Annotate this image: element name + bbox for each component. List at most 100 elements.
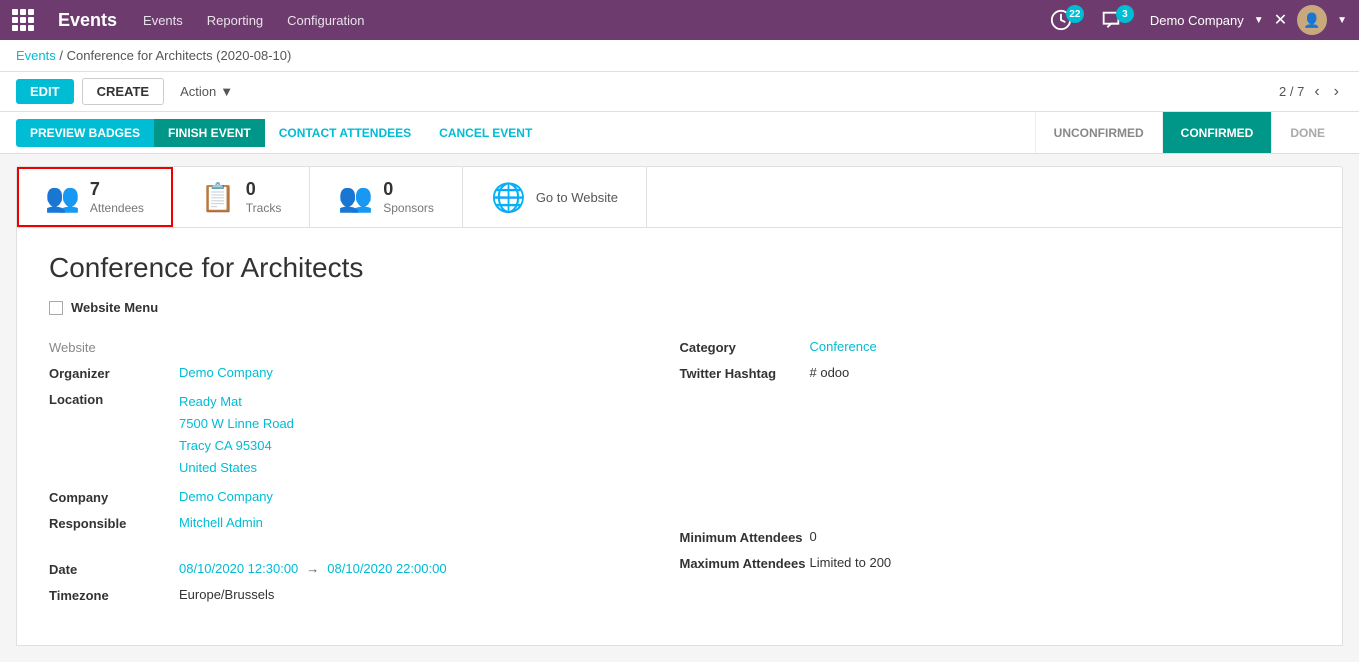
- website-menu-row: Website Menu: [49, 300, 1310, 315]
- record-position: 2 / 7: [1279, 84, 1304, 99]
- min-attendees-row: Minimum Attendees 0: [680, 529, 1311, 545]
- twitter-value: # odoo: [810, 365, 850, 380]
- edit-button[interactable]: EDIT: [16, 79, 74, 104]
- timezone-row: Timezone Europe/Brussels: [49, 587, 680, 603]
- date-arrow: →: [306, 561, 319, 576]
- twitter-row: Twitter Hashtag # odoo: [680, 365, 1311, 381]
- location-value[interactable]: Ready Mat7500 W Linne RoadTracy CA 95304…: [179, 391, 294, 479]
- min-attendees-value: 0: [810, 529, 817, 544]
- button-bar: PREVIEW BADGES FINISH EVENT CONTACT ATTE…: [0, 112, 1359, 154]
- navbar: Events Events Reporting Configuration 22…: [0, 0, 1359, 40]
- prev-record-button[interactable]: ‹: [1310, 81, 1323, 103]
- globe-icon: 🌐: [491, 181, 526, 214]
- twitter-label: Twitter Hashtag: [680, 365, 810, 381]
- smart-buttons: 👥 7 Attendees 📋 0 Tracks 👥 0 Sponsors 🌐: [16, 166, 1343, 228]
- date-value: 08/10/2020 12:30:00 → 08/10/2020 22:00:0…: [179, 561, 447, 576]
- clock-icon-wrap[interactable]: 22: [1050, 9, 1090, 31]
- status-unconfirmed[interactable]: UNCONFIRMED: [1035, 112, 1162, 153]
- responsible-value[interactable]: Mitchell Admin: [179, 515, 263, 530]
- max-attendees-label: Maximum Attendees: [680, 555, 810, 571]
- sponsors-label: Sponsors: [383, 201, 434, 215]
- date-label: Date: [49, 561, 179, 577]
- website-menu-label: Website Menu: [71, 300, 158, 315]
- website-row: Website: [49, 339, 680, 355]
- main-content: 👥 7 Attendees 📋 0 Tracks 👥 0 Sponsors 🌐: [0, 166, 1359, 646]
- navbar-right: 22 3 Demo Company ▼ ✕ 👤 ▼: [1050, 5, 1347, 35]
- action-bar: EDIT CREATE Action ▼ 2 / 7 ‹ ›: [0, 72, 1359, 112]
- next-record-button[interactable]: ›: [1330, 81, 1343, 103]
- tracks-label: Tracks: [246, 201, 282, 215]
- max-attendees-value: Limited to 200: [810, 555, 892, 570]
- breadcrumb-parent-link[interactable]: Events: [16, 48, 56, 63]
- location-row: Location Ready Mat7500 W Linne RoadTracy…: [49, 391, 680, 479]
- sponsors-icon: 👥: [338, 181, 373, 214]
- chat-icon-wrap[interactable]: 3: [1100, 9, 1140, 31]
- action-dropdown-arrow: ▼: [220, 84, 233, 99]
- app-brand: Events: [58, 10, 117, 31]
- company-label: Company: [49, 489, 179, 505]
- tracks-icon: 📋: [201, 181, 236, 214]
- timezone-label: Timezone: [49, 587, 179, 603]
- breadcrumb-separator: /: [59, 48, 66, 63]
- close-icon[interactable]: ✕: [1274, 10, 1287, 30]
- action-label: Action: [180, 84, 216, 99]
- status-bar: UNCONFIRMED CONFIRMED DONE: [1035, 112, 1343, 153]
- form-grid: Website Organizer Demo Company Location …: [49, 339, 1310, 613]
- status-confirmed[interactable]: CONFIRMED: [1162, 112, 1272, 153]
- company-dropdown-icon[interactable]: ▼: [1254, 15, 1264, 26]
- attendees-icon: 👥: [45, 181, 80, 214]
- avatar-dropdown-icon[interactable]: ▼: [1337, 15, 1347, 26]
- app-grid-icon[interactable]: [12, 9, 34, 31]
- clock-badge: 22: [1066, 5, 1084, 23]
- sponsors-button[interactable]: 👥 0 Sponsors: [310, 167, 463, 227]
- contact-attendees-button[interactable]: CONTACT ATTENDEES: [265, 119, 425, 147]
- status-done[interactable]: DONE: [1271, 112, 1343, 153]
- form-right-col: Category Conference Twitter Hashtag # od…: [680, 339, 1311, 613]
- tracks-count: 0: [246, 179, 282, 200]
- date-end[interactable]: 08/10/2020 22:00:00: [327, 561, 446, 576]
- event-title: Conference for Architects: [49, 252, 1310, 284]
- attendees-label: Attendees: [90, 201, 144, 215]
- organizer-row: Organizer Demo Company: [49, 365, 680, 381]
- finish-event-button[interactable]: FINISH EVENT: [154, 119, 265, 147]
- sponsors-count: 0: [383, 179, 434, 200]
- create-button[interactable]: CREATE: [82, 78, 164, 105]
- max-attendees-row: Maximum Attendees Limited to 200: [680, 555, 1311, 571]
- organizer-label: Organizer: [49, 365, 179, 381]
- attendees-count: 7: [90, 179, 144, 200]
- company-value[interactable]: Demo Company: [179, 489, 273, 504]
- responsible-row: Responsible Mitchell Admin: [49, 515, 680, 531]
- min-attendees-label: Minimum Attendees: [680, 529, 810, 545]
- website-button[interactable]: 🌐 Go to Website: [463, 167, 647, 227]
- company-name[interactable]: Demo Company: [1150, 13, 1244, 28]
- preview-badges-button[interactable]: PREVIEW BADGES: [16, 119, 154, 147]
- date-start[interactable]: 08/10/2020 12:30:00: [179, 561, 298, 576]
- category-row: Category Conference: [680, 339, 1311, 355]
- form-left-col: Website Organizer Demo Company Location …: [49, 339, 680, 613]
- website-label-field: Website: [49, 339, 179, 355]
- form-area: Conference for Architects Website Menu W…: [16, 228, 1343, 646]
- breadcrumb: Events / Conference for Architects (2020…: [0, 40, 1359, 72]
- avatar[interactable]: 👤: [1297, 5, 1327, 35]
- nav-events[interactable]: Events: [133, 7, 193, 34]
- responsible-label: Responsible: [49, 515, 179, 531]
- website-label: Go to Website: [536, 190, 618, 205]
- organizer-value[interactable]: Demo Company: [179, 365, 273, 380]
- action-dropdown[interactable]: Action ▼: [180, 84, 233, 99]
- category-label: Category: [680, 339, 810, 355]
- timezone-value: Europe/Brussels: [179, 587, 274, 602]
- attendees-button[interactable]: 👥 7 Attendees: [17, 167, 173, 227]
- date-row: Date 08/10/2020 12:30:00 → 08/10/2020 22…: [49, 561, 680, 577]
- chat-badge: 3: [1116, 5, 1134, 23]
- nav-reporting[interactable]: Reporting: [197, 7, 273, 34]
- category-value[interactable]: Conference: [810, 339, 877, 354]
- nav-configuration[interactable]: Configuration: [277, 7, 374, 34]
- website-menu-checkbox[interactable]: [49, 301, 63, 315]
- breadcrumb-current: Conference for Architects (2020-08-10): [67, 48, 292, 63]
- company-row: Company Demo Company: [49, 489, 680, 505]
- navbar-menu: Events Reporting Configuration: [133, 7, 1034, 34]
- location-label: Location: [49, 391, 179, 407]
- cancel-event-button[interactable]: CANCEL EVENT: [425, 119, 546, 147]
- record-nav: 2 / 7 ‹ ›: [1279, 81, 1343, 103]
- tracks-button[interactable]: 📋 0 Tracks: [173, 167, 310, 227]
